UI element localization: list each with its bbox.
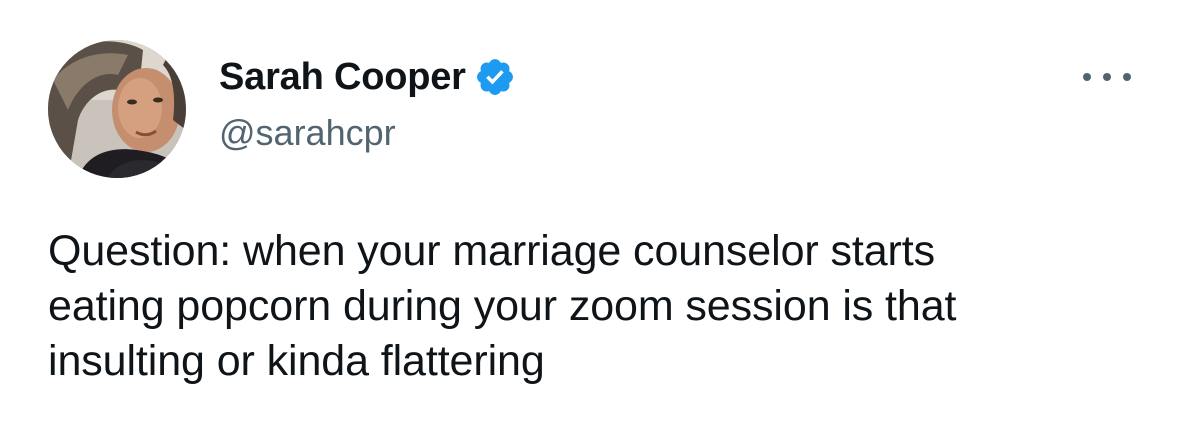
avatar-photo [48,40,186,178]
author-handle[interactable]: @sarahcpr [219,112,396,154]
tweet-text-line: Question: when your marriage counselor s… [48,227,935,275]
ellipsis-icon [1123,73,1131,81]
author-avatar[interactable] [48,40,186,178]
tweet-card: Sarah Cooper @sarahcpr Question: when yo… [0,0,1179,429]
ellipsis-icon [1083,73,1091,81]
author-name[interactable]: Sarah Cooper [219,56,466,99]
author-name-row: Sarah Cooper [219,54,516,100]
tweet-text-line: insulting or kinda flattering [48,337,545,385]
tweet-text: Question: when your marriage counselor s… [48,224,1148,389]
ellipsis-icon [1103,73,1111,81]
tweet-text-line: eating popcorn during your zoom session … [48,282,957,330]
more-options-button[interactable] [1083,62,1131,92]
verified-badge-icon [474,56,516,98]
